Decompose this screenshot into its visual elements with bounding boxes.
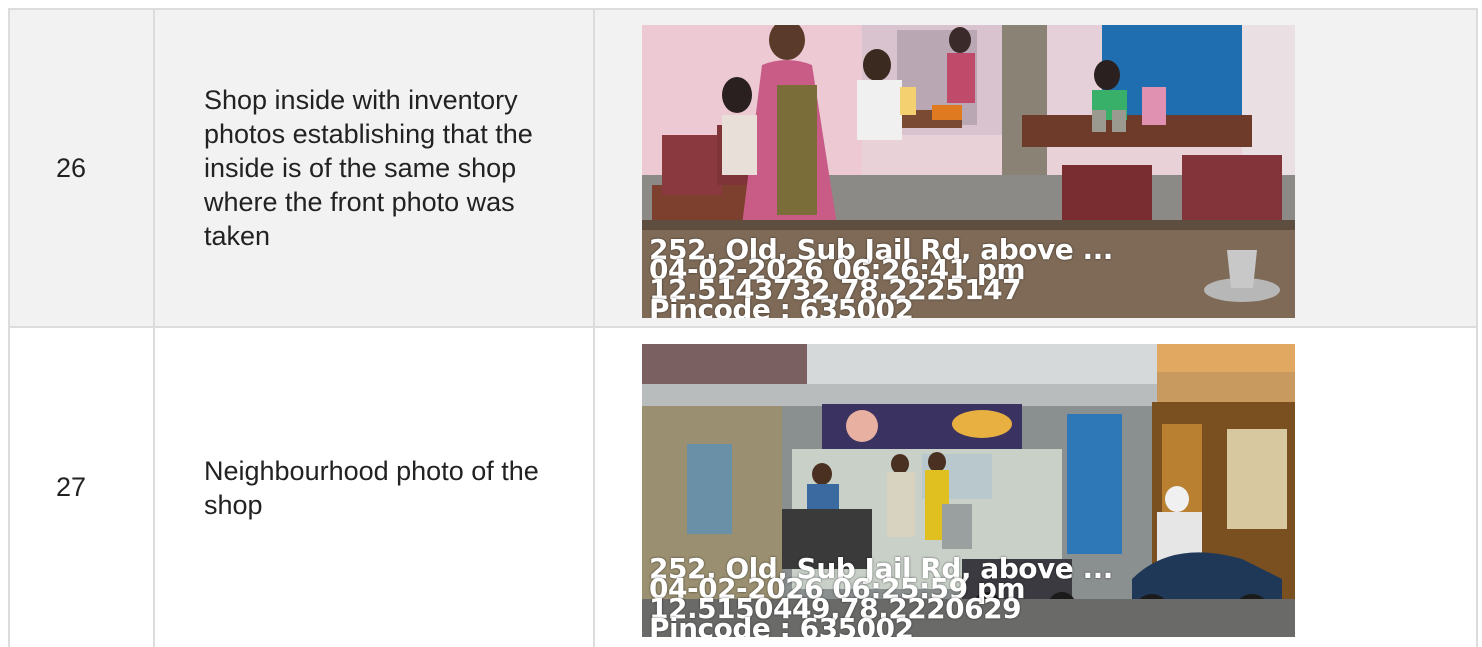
geotag-overlay: 252, Old, Sub Jail Rd, above ... 04-02-2… [649, 555, 1113, 638]
geotag-pincode: Pincode : 635002 [649, 612, 914, 638]
evidence-table: 26 Shop inside with inventory photos est… [8, 8, 1478, 647]
row-number: 26 [10, 10, 155, 326]
photo-cell: 252, Old, Sub Jail Rd, above ... 04-02-2… [595, 328, 1476, 647]
row-description: Shop inside with inventory photos establ… [155, 10, 595, 326]
row-description-text: Neighbourhood photo of the shop [204, 455, 539, 520]
shop-interior-photo: 252, Old, Sub Jail Rd, above ... 04-02-2… [642, 25, 1295, 318]
row-description-text: Shop inside with inventory photos establ… [204, 85, 533, 251]
table-row: 26 Shop inside with inventory photos est… [10, 10, 1476, 328]
row-number: 27 [10, 328, 155, 647]
geotag-pincode: Pincode : 635002 [649, 293, 914, 319]
photo-cell: 252, Old, Sub Jail Rd, above ... 04-02-2… [595, 10, 1476, 326]
table-row: 27 Neighbourhood photo of the shop 252, … [10, 328, 1476, 647]
row-description: Neighbourhood photo of the shop [155, 328, 595, 647]
geotag-overlay: 252, Old, Sub Jail Rd, above ... 04-02-2… [649, 236, 1113, 319]
shop-neighbourhood-photo: 252, Old, Sub Jail Rd, above ... 04-02-2… [642, 344, 1295, 637]
